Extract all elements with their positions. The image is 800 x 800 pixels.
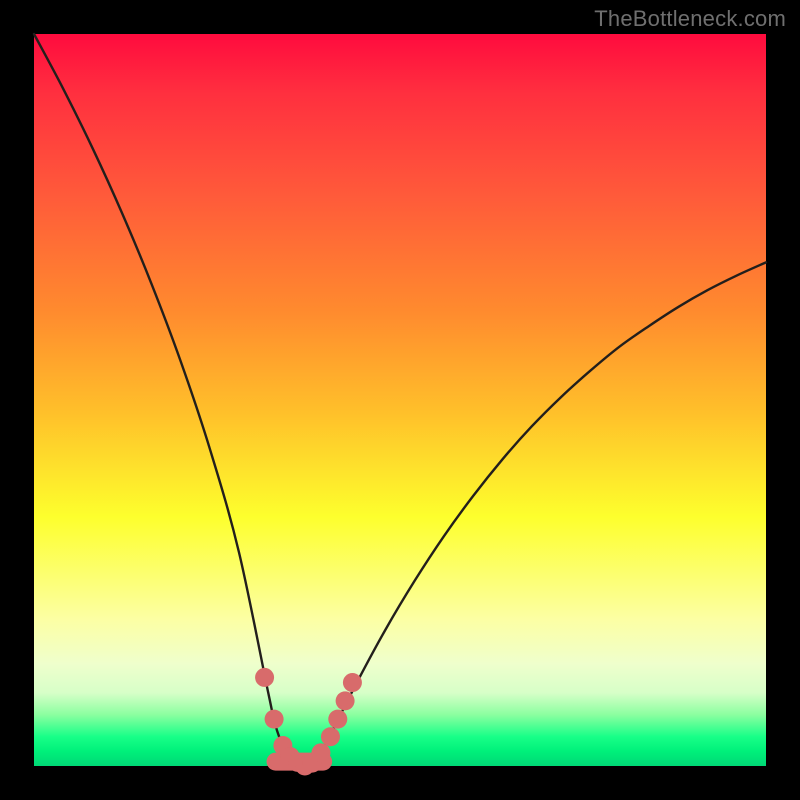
chart-frame: TheBottleneck.com [0, 0, 800, 800]
watermark-text: TheBottleneck.com [594, 6, 786, 32]
data-marker [336, 691, 355, 710]
data-marker [255, 668, 274, 687]
data-marker [321, 727, 340, 746]
data-marker [311, 743, 330, 762]
data-marker [343, 673, 362, 692]
data-marker [328, 710, 347, 729]
data-marker [265, 710, 284, 729]
plot-area [34, 34, 766, 766]
bottleneck-curve [34, 34, 766, 766]
